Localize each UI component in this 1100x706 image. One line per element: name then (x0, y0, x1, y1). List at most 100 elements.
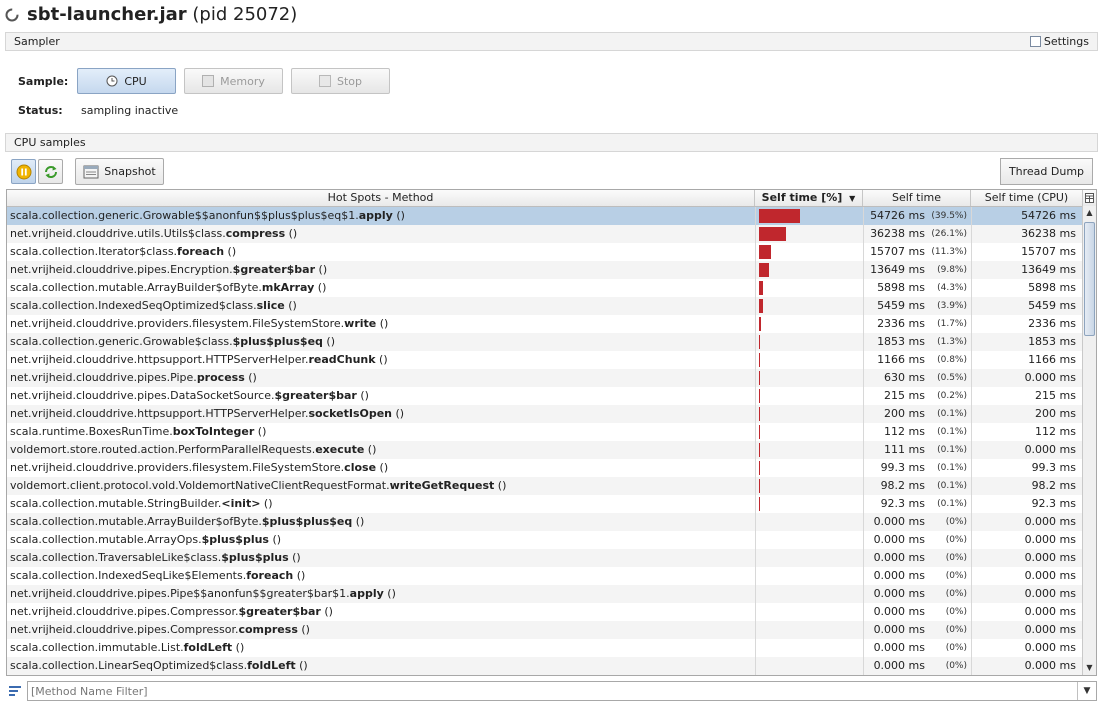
table-header: Hot Spots - Method Self time [%] ▼ Self … (7, 190, 1096, 207)
settings-toggle[interactable]: Settings (1029, 35, 1089, 48)
column-header-self-time-cpu[interactable]: Self time (CPU) (971, 190, 1083, 206)
memory-sample-button[interactable]: Memory (184, 68, 283, 94)
scroll-down-arrow-icon[interactable]: ▼ (1084, 662, 1095, 674)
table-row[interactable]: net.vrijheid.clouddrive.providers.filesy… (7, 459, 1083, 477)
method-cell: net.vrijheid.clouddrive.pipes.DataSocket… (7, 387, 755, 405)
self-time-value: 0.000 ms (873, 533, 925, 546)
method-cell: net.vrijheid.clouddrive.providers.filesy… (7, 315, 755, 333)
self-time-cpu-cell: 36238 ms (971, 225, 1083, 243)
table-row[interactable]: voldemort.store.routed.action.PerformPar… (7, 441, 1083, 459)
table-row[interactable]: scala.collection.immutable.List.foldLeft… (7, 639, 1083, 657)
table-row[interactable]: scala.collection.TraversableLike$class.$… (7, 549, 1083, 567)
self-time-cpu-cell: 15707 ms (971, 243, 1083, 261)
table-row[interactable]: scala.collection.mutable.StringBuilder.<… (7, 495, 1083, 513)
scrollbar-thumb[interactable] (1084, 222, 1095, 336)
self-time-cell: 36238 ms (26.1%) (863, 225, 971, 243)
method-params: () (314, 281, 327, 294)
memory-button-label: Memory (220, 74, 265, 88)
method-name: apply (349, 587, 384, 600)
method-params: () (376, 461, 389, 474)
table-row[interactable]: scala.collection.mutable.ArrayBuilder$of… (7, 279, 1083, 297)
self-time-cell: 13649 ms (9.8%) (863, 261, 971, 279)
self-time-value: 1853 ms (877, 335, 925, 348)
table-row[interactable]: net.vrijheid.clouddrive.pipes.Pipe.proce… (7, 369, 1083, 387)
method-filter-box[interactable]: ▼ (27, 681, 1097, 701)
table-row[interactable]: scala.collection.IndexedSeqOptimized$cla… (7, 297, 1083, 315)
self-time-cell: 5898 ms (4.3%) (863, 279, 971, 297)
hot-spots-table: Hot Spots - Method Self time [%] ▼ Self … (6, 189, 1097, 676)
stop-sample-button[interactable]: Stop (291, 68, 390, 94)
method-cell: scala.collection.mutable.StringBuilder.<… (7, 495, 755, 513)
self-time-cpu-cell: 54726 ms (971, 207, 1083, 225)
method-params: () (268, 533, 282, 546)
self-time-cell: 0.000 ms (0%) (863, 639, 971, 657)
table-row[interactable]: net.vrijheid.clouddrive.pipes.Compressor… (7, 603, 1083, 621)
table-row[interactable]: net.vrijheid.clouddrive.providers.filesy… (7, 315, 1083, 333)
pause-toggle-button[interactable] (11, 159, 36, 184)
table-row[interactable]: scala.collection.generic.Growable$$anonf… (7, 207, 1083, 225)
method-class: net.vrijheid.clouddrive.pipes.Compressor… (10, 623, 239, 636)
method-name: $plus$plus$eq (232, 335, 323, 348)
filter-icon[interactable] (7, 683, 23, 699)
self-time-cpu-cell: 98.2 ms (971, 477, 1083, 495)
app-name: sbt-launcher.jar (27, 4, 187, 25)
table-row[interactable]: scala.collection.LinearSeqOptimized$clas… (7, 657, 1083, 675)
table-row[interactable]: scala.runtime.BoxesRunTime.boxToInteger … (7, 423, 1083, 441)
table-row[interactable]: net.vrijheid.clouddrive.pipes.Encryption… (7, 261, 1083, 279)
column-header-self-time-pct[interactable]: Self time [%] ▼ (755, 190, 863, 206)
method-cell: scala.collection.IndexedSeqLike$Elements… (7, 567, 755, 585)
table-row[interactable]: net.vrijheid.clouddrive.httpsupport.HTTP… (7, 405, 1083, 423)
method-cell: voldemort.client.protocol.vold.Voldemort… (7, 477, 755, 495)
snapshot-button[interactable]: Snapshot (75, 158, 164, 185)
table-row[interactable]: net.vrijheid.clouddrive.utils.Utils$clas… (7, 225, 1083, 243)
table-row[interactable]: scala.collection.IndexedSeqLike$Elements… (7, 567, 1083, 585)
sampler-section-header: Sampler Settings (5, 32, 1098, 51)
self-time-cpu-cell: 0.000 ms (971, 567, 1083, 585)
table-row[interactable]: net.vrijheid.clouddrive.pipes.Compressor… (7, 621, 1083, 639)
self-time-bar-cell (755, 531, 863, 549)
self-time-cpu-cell: 112 ms (971, 423, 1083, 441)
refresh-button[interactable] (38, 159, 63, 184)
self-time-cpu-cell: 92.3 ms (971, 495, 1083, 513)
method-params: () (392, 407, 405, 420)
method-cell: net.vrijheid.clouddrive.utils.Utils$clas… (7, 225, 755, 243)
method-class: net.vrijheid.clouddrive.providers.filesy… (10, 461, 345, 474)
table-row[interactable]: net.vrijheid.clouddrive.httpsupport.HTTP… (7, 351, 1083, 369)
method-params: () (295, 659, 308, 672)
settings-checkbox[interactable] (1029, 36, 1041, 47)
self-time-bar (759, 389, 760, 403)
self-time-cell: 0.000 ms (0%) (863, 549, 971, 567)
method-name: $greater$bar (274, 389, 357, 402)
vertical-scrollbar[interactable]: ▲ ▼ (1082, 206, 1096, 675)
snapshot-label: Snapshot (104, 165, 156, 178)
self-time-cpu-cell: 1853 ms (971, 333, 1083, 351)
self-time-percent: (39.5%) (931, 211, 967, 221)
table-row[interactable]: net.vrijheid.clouddrive.pipes.Pipe$$anon… (7, 585, 1083, 603)
method-params: () (293, 569, 306, 582)
method-cell: scala.collection.generic.Growable$$anonf… (7, 207, 755, 225)
self-time-cpu-cell: 215 ms (971, 387, 1083, 405)
table-row[interactable]: scala.collection.Iterator$class.foreach … (7, 243, 1083, 261)
cpu-sample-button[interactable]: CPU (77, 68, 176, 94)
table-row[interactable]: scala.collection.generic.Growable$class.… (7, 333, 1083, 351)
table-row[interactable]: scala.collection.mutable.ArrayBuilder$of… (7, 513, 1083, 531)
column-header-self-time[interactable]: Self time (863, 190, 971, 206)
self-time-value: 15707 ms (870, 245, 925, 258)
table-row[interactable]: net.vrijheid.clouddrive.pipes.DataSocket… (7, 387, 1083, 405)
column-chooser-button[interactable] (1083, 190, 1096, 206)
method-name: writeGetRequest (389, 479, 495, 492)
method-class: net.vrijheid.clouddrive.pipes.Pipe$$anon… (10, 587, 350, 600)
self-time-cpu-cell: 0.000 ms (971, 603, 1083, 621)
thread-dump-button[interactable]: Thread Dump (1000, 158, 1093, 185)
filter-dropdown-arrow-icon[interactable]: ▼ (1077, 682, 1096, 700)
method-name-filter-input[interactable] (31, 683, 1071, 699)
self-time-value: 112 ms (884, 425, 925, 438)
self-time-cell: 0.000 ms (0%) (863, 513, 971, 531)
scroll-up-arrow-icon[interactable]: ▲ (1084, 207, 1095, 219)
column-header-method[interactable]: Hot Spots - Method (7, 190, 755, 206)
table-row[interactable]: voldemort.client.protocol.vold.Voldemort… (7, 477, 1083, 495)
table-row[interactable]: scala.collection.mutable.ArrayOps.$plus$… (7, 531, 1083, 549)
self-time-bar-cell (755, 315, 863, 333)
method-class: net.vrijheid.clouddrive.httpsupport.HTTP… (10, 353, 309, 366)
method-params: () (297, 623, 310, 636)
